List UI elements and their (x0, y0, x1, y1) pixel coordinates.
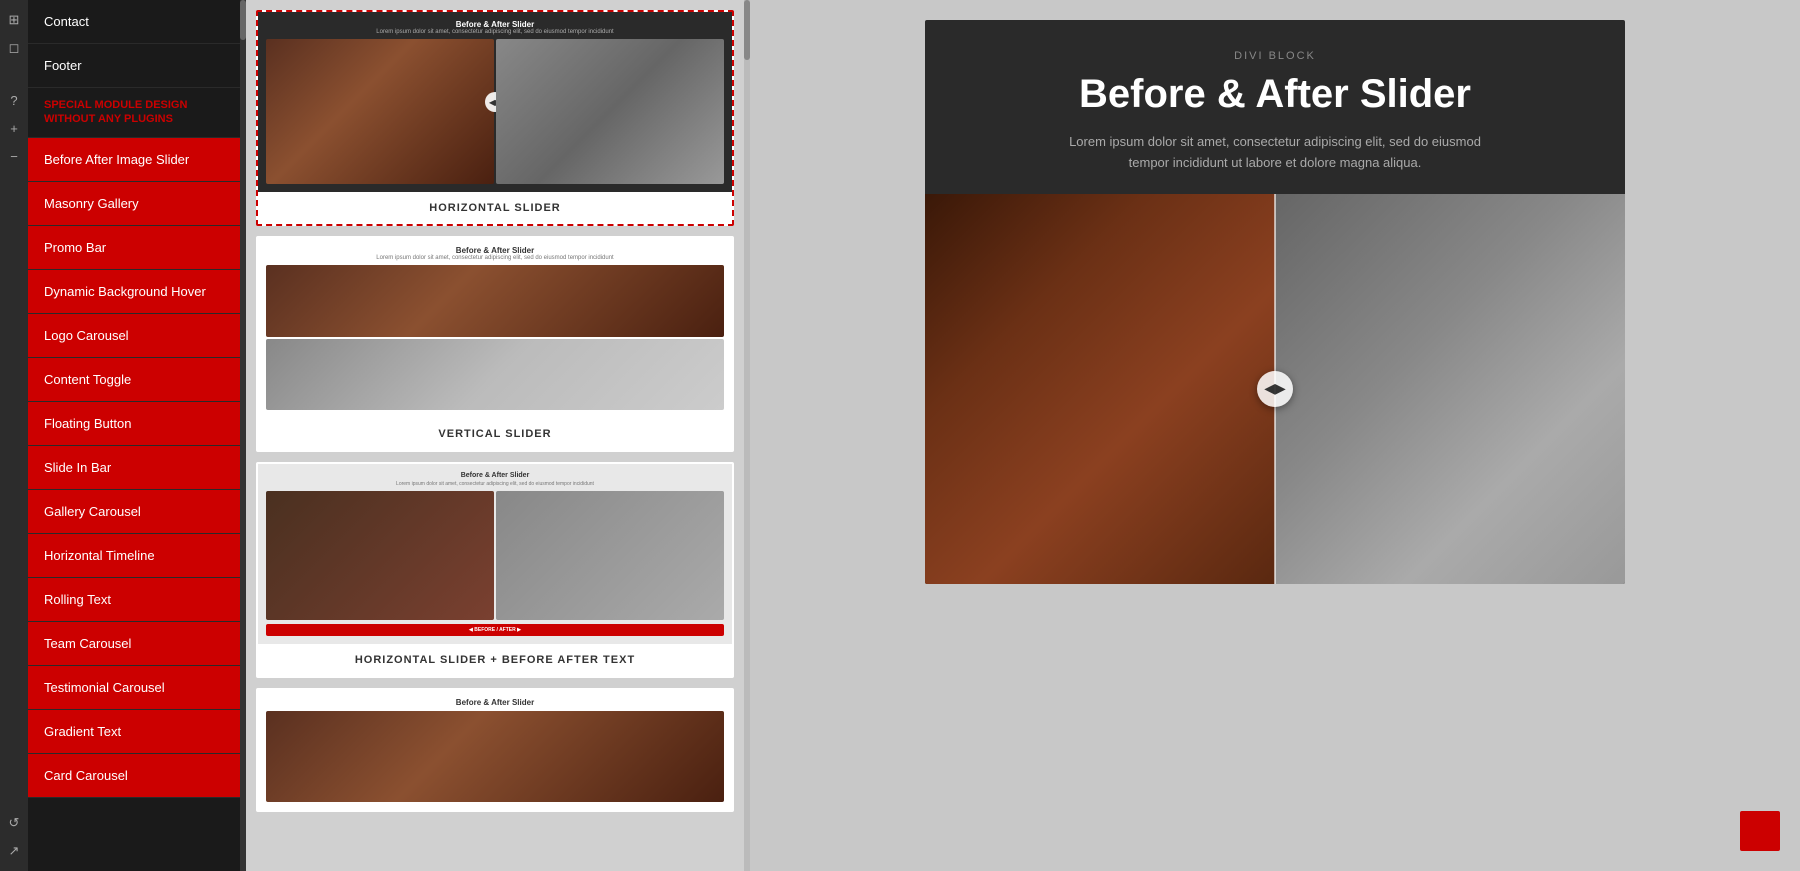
sidebar-item-testimonial-carousel[interactable]: Testimonial Carousel (28, 666, 240, 710)
preview-h-layout: Before & After Slider Lorem ipsum dolor … (258, 12, 732, 192)
middle-panel: Before & After Slider Lorem ipsum dolor … (246, 0, 744, 871)
before-image-4 (266, 711, 724, 802)
icon-bar: ⊞ ◻ ? + − ↺ ↗ (0, 0, 28, 871)
preview-h-images: ◀▶ (266, 39, 724, 184)
card-horizontal-slider[interactable]: Before & After Slider Lorem ipsum dolor … (256, 10, 734, 226)
card-h-label: HORIZONTAL SLIDER (258, 192, 732, 224)
preview-slider-area: ◀▶ (925, 194, 1625, 584)
layers-icon[interactable]: ⊞ (2, 8, 26, 32)
preview-combo-title: Before & After Slider (266, 472, 724, 479)
red-button[interactable] (1740, 811, 1780, 851)
preview-main-title: Before & After Slider (965, 72, 1585, 116)
combo-bottom-bar: ◀ BEFORE / AFTER ▶ (266, 624, 724, 636)
preview-v-title-bar: Before & After Slider Lorem ipsum dolor … (266, 246, 724, 261)
sidebar-item-gallery-carousel[interactable]: Gallery Carousel (28, 490, 240, 534)
preview-v-subtitle: Lorem ipsum dolor sit amet, consectetur … (266, 255, 724, 261)
sidebar-item-logo-carousel[interactable]: Logo Carousel (28, 314, 240, 358)
middle-scrollbar[interactable] (744, 0, 750, 871)
slider-center-handle[interactable]: ◀▶ (1257, 371, 1293, 407)
card-v-label: VERTICAL SLIDER (258, 418, 732, 450)
preview-combo-images (266, 491, 724, 620)
help-icon[interactable]: ? (2, 88, 26, 112)
sidebar-item-dynamic-bg[interactable]: Dynamic Background Hover (28, 270, 240, 314)
slider-before-image (925, 194, 1275, 584)
card-combo-slider[interactable]: Before & After Slider Lorem ipsum dolor … (256, 462, 734, 678)
add-icon[interactable]: + (2, 116, 26, 140)
card-vertical-preview: Before & After Slider Lorem ipsum dolor … (258, 238, 732, 418)
card-vertical-slider[interactable]: Before & After Slider Lorem ipsum dolor … (256, 236, 734, 452)
preview-divi-label: DIVI BLOCK (965, 50, 1585, 62)
combo-bottom-text: ◀ BEFORE / AFTER ▶ (469, 627, 521, 633)
sidebar-scroll-thumb (240, 0, 246, 40)
card-combo-label: HORIZONTAL SLIDER + BEFORE AFTER TEXT (258, 644, 732, 676)
preview-v-layout: Before & After Slider Lorem ipsum dolor … (258, 238, 732, 418)
preview-h-main-title: Before & After Slider (266, 20, 724, 29)
sidebar-item-footer[interactable]: Footer (28, 44, 240, 88)
sidebar-section-special: SPECIAL MODULE DESIGN WITHOUT ANY PLUGIN… (28, 88, 240, 138)
preview-v-images (266, 265, 724, 410)
preview-4-images (266, 711, 724, 802)
before-image-v (266, 265, 724, 337)
minus-icon[interactable]: − (2, 144, 26, 168)
after-image (496, 39, 724, 184)
preview-combo-layout: Before & After Slider Lorem ipsum dolor … (258, 464, 732, 644)
middle-scroll-thumb (744, 0, 750, 60)
sidebar-item-masonry[interactable]: Masonry Gallery (28, 182, 240, 226)
preview-4-title: Before & After Slider (266, 698, 724, 707)
combo-after-img (496, 491, 724, 620)
preview-4-layout: Before & After Slider (258, 690, 732, 810)
card-horizontal-preview: Before & After Slider Lorem ipsum dolor … (258, 12, 732, 192)
after-image-v (266, 339, 724, 411)
sidebar-item-slide-in-bar[interactable]: Slide In Bar (28, 446, 240, 490)
sidebar-item-contact[interactable]: Contact (28, 0, 240, 44)
card-combo-preview: Before & After Slider Lorem ipsum dolor … (258, 464, 732, 644)
card-4-preview: Before & After Slider (258, 690, 732, 810)
sidebar: Contact Footer SPECIAL MODULE DESIGN WIT… (28, 0, 240, 871)
slider-after-image (1275, 194, 1625, 584)
before-image (266, 39, 494, 184)
sidebar-item-before-after[interactable]: Before After Image Slider (28, 138, 240, 182)
sidebar-item-gradient-text[interactable]: Gradient Text (28, 710, 240, 754)
sidebar-item-content-toggle[interactable]: Content Toggle (28, 358, 240, 402)
sidebar-scrollbar[interactable] (240, 0, 246, 871)
preview-description: Lorem ipsum dolor sit amet, consectetur … (1065, 132, 1485, 174)
preview-header: DIVI BLOCK Before & After Slider Lorem i… (925, 20, 1625, 194)
external-link-icon[interactable]: ↗ (2, 839, 26, 863)
preview-4-title-bar: Before & After Slider (266, 698, 724, 707)
preview-v-main-title: Before & After Slider (266, 246, 724, 255)
sidebar-item-promo-bar[interactable]: Promo Bar (28, 226, 240, 270)
sidebar-item-horizontal-timeline[interactable]: Horizontal Timeline (28, 534, 240, 578)
page-icon[interactable]: ◻ (2, 36, 26, 60)
card-4[interactable]: Before & After Slider (256, 688, 734, 812)
combo-before-img (266, 491, 494, 620)
preview-combo-sub: Lorem ipsum dolor sit amet, consectetur … (266, 481, 724, 487)
preview-h-subtitle: Lorem ipsum dolor sit amet, consectetur … (266, 29, 724, 35)
sidebar-item-team-carousel[interactable]: Team Carousel (28, 622, 240, 666)
preview-h-title-bar: Before & After Slider Lorem ipsum dolor … (266, 20, 724, 35)
preview-panel: DIVI BLOCK Before & After Slider Lorem i… (925, 20, 1625, 584)
sidebar-item-card-carousel[interactable]: Card Carousel (28, 754, 240, 798)
undo-icon[interactable]: ↺ (2, 811, 26, 835)
main-content: DIVI BLOCK Before & After Slider Lorem i… (750, 0, 1800, 871)
sidebar-item-floating-button[interactable]: Floating Button (28, 402, 240, 446)
sidebar-item-rolling-text[interactable]: Rolling Text (28, 578, 240, 622)
